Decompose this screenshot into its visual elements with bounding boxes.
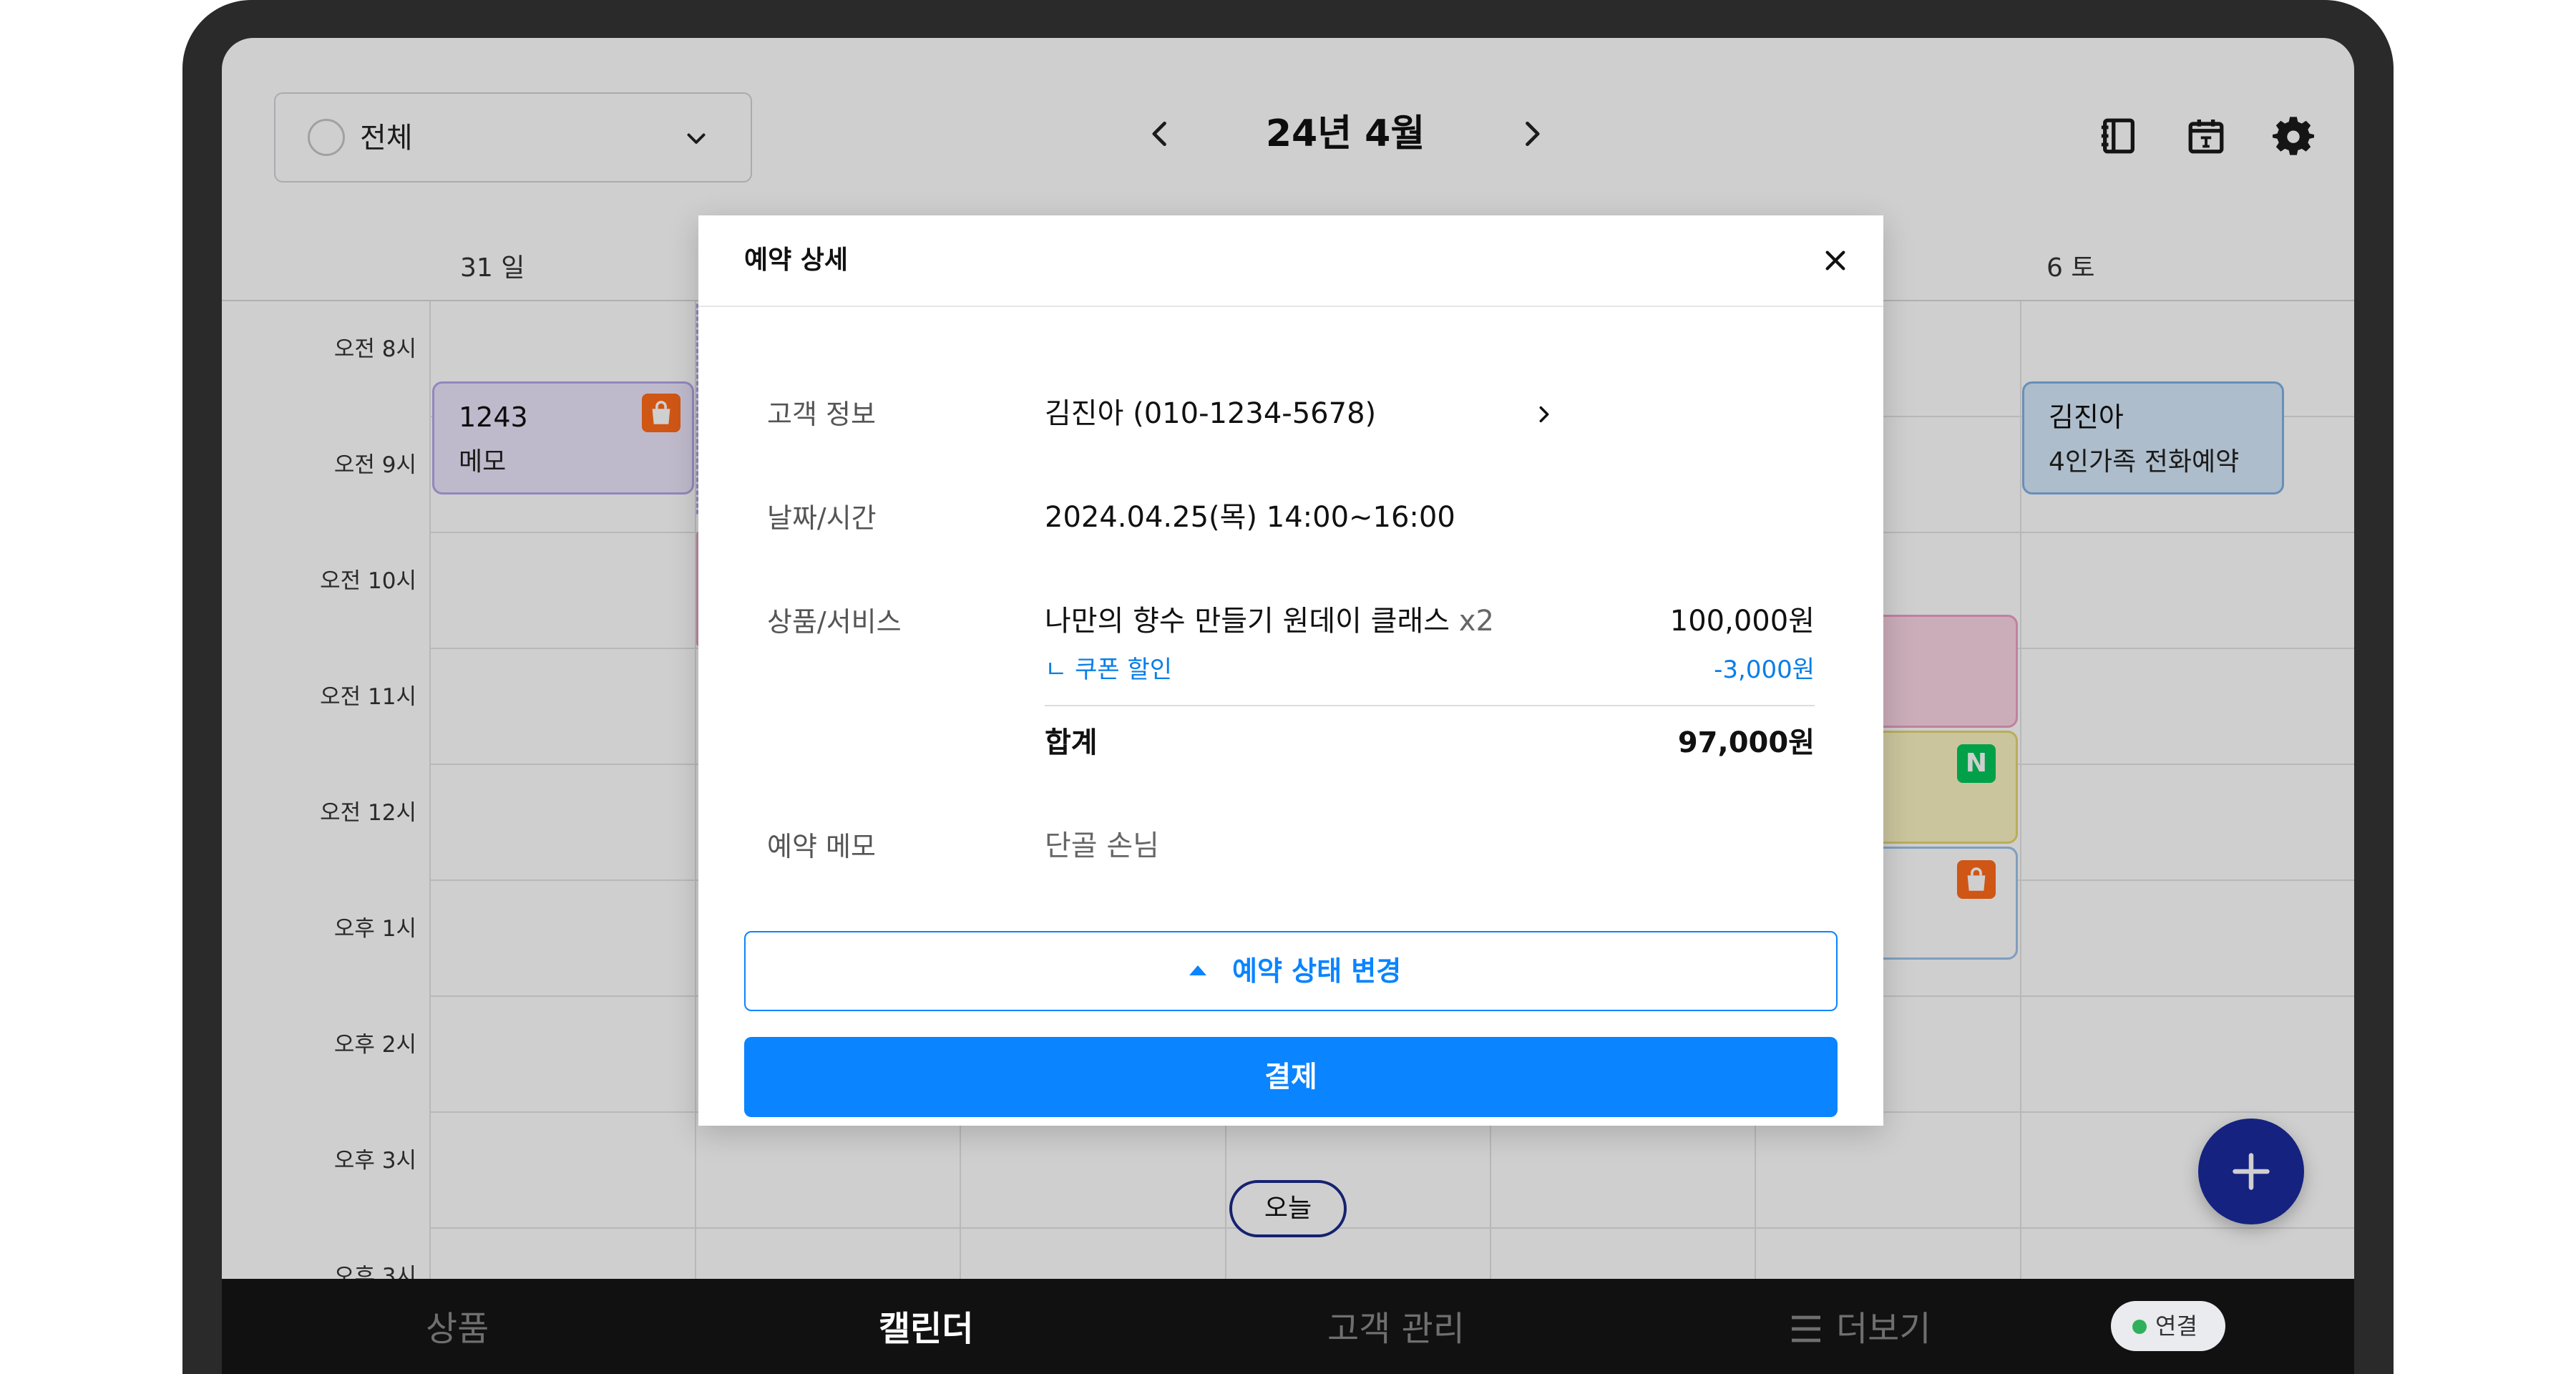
connection-status-badge[interactable]: 연결 (2111, 1301, 2225, 1351)
app-screen: 전체 24년 4월 31 일 6 토 오전 8시 오전 9시 오전 10시 오전… (222, 38, 2354, 1374)
product-label: 상품/서비스 (767, 606, 902, 638)
coupon-discount-label: ㄴ 쿠폰 할인 (1045, 656, 1173, 684)
caret-up-icon (1189, 965, 1206, 975)
chevron-right-icon[interactable] (1534, 404, 1554, 424)
change-status-button[interactable]: 예약 상태 변경 (744, 931, 1838, 1011)
datetime-label: 날짜/시간 (767, 502, 877, 534)
connection-label: 연결 (2155, 1312, 2197, 1340)
total-divider (1045, 705, 1815, 706)
memo-value: 단골 손님 (1045, 829, 1159, 862)
tab-more[interactable]: 더보기 (1836, 1307, 1931, 1350)
datetime-value: 2024.04.25(목) 14:00~16:00 (1045, 501, 1455, 534)
modal-title: 예약 상세 (744, 245, 849, 275)
close-icon[interactable] (1823, 248, 1848, 273)
pay-button[interactable]: 결제 (744, 1037, 1838, 1117)
total-label: 합계 (1045, 726, 1098, 759)
reservation-detail-modal: 예약 상세 고객 정보 김진아 (010-1234-5678) 날짜/시간 20… (698, 215, 1883, 1126)
coupon-discount-amount: -3,000원 (1714, 656, 1815, 684)
customer-value[interactable]: 김진아 (010-1234-5678) (1045, 394, 1376, 433)
customer-label: 고객 정보 (767, 399, 876, 430)
bottom-tab-bar: 상품 캘린더 고객 관리 더보기 (222, 1279, 2354, 1374)
tab-products[interactable]: 상품 (426, 1307, 489, 1350)
product-qty: x2 (1458, 605, 1494, 638)
pay-label: 결제 (1264, 1061, 1317, 1093)
product-name-line: 나만의 향수 만들기 원데이 클래스 x2 (1045, 602, 1494, 640)
tab-customers[interactable]: 고객 관리 (1327, 1307, 1465, 1350)
connection-dot-icon (2132, 1320, 2147, 1334)
tab-calendar[interactable]: 캘린더 (879, 1307, 973, 1350)
change-status-label: 예약 상태 변경 (1232, 955, 1402, 987)
product-name: 나만의 향수 만들기 원데이 클래스 (1045, 605, 1450, 638)
menu-icon (1792, 1315, 1820, 1343)
total-amount: 97,000원 (1677, 726, 1815, 759)
memo-label: 예약 메모 (767, 831, 876, 862)
product-amount: 100,000원 (1669, 605, 1815, 638)
modal-divider (698, 306, 1883, 307)
